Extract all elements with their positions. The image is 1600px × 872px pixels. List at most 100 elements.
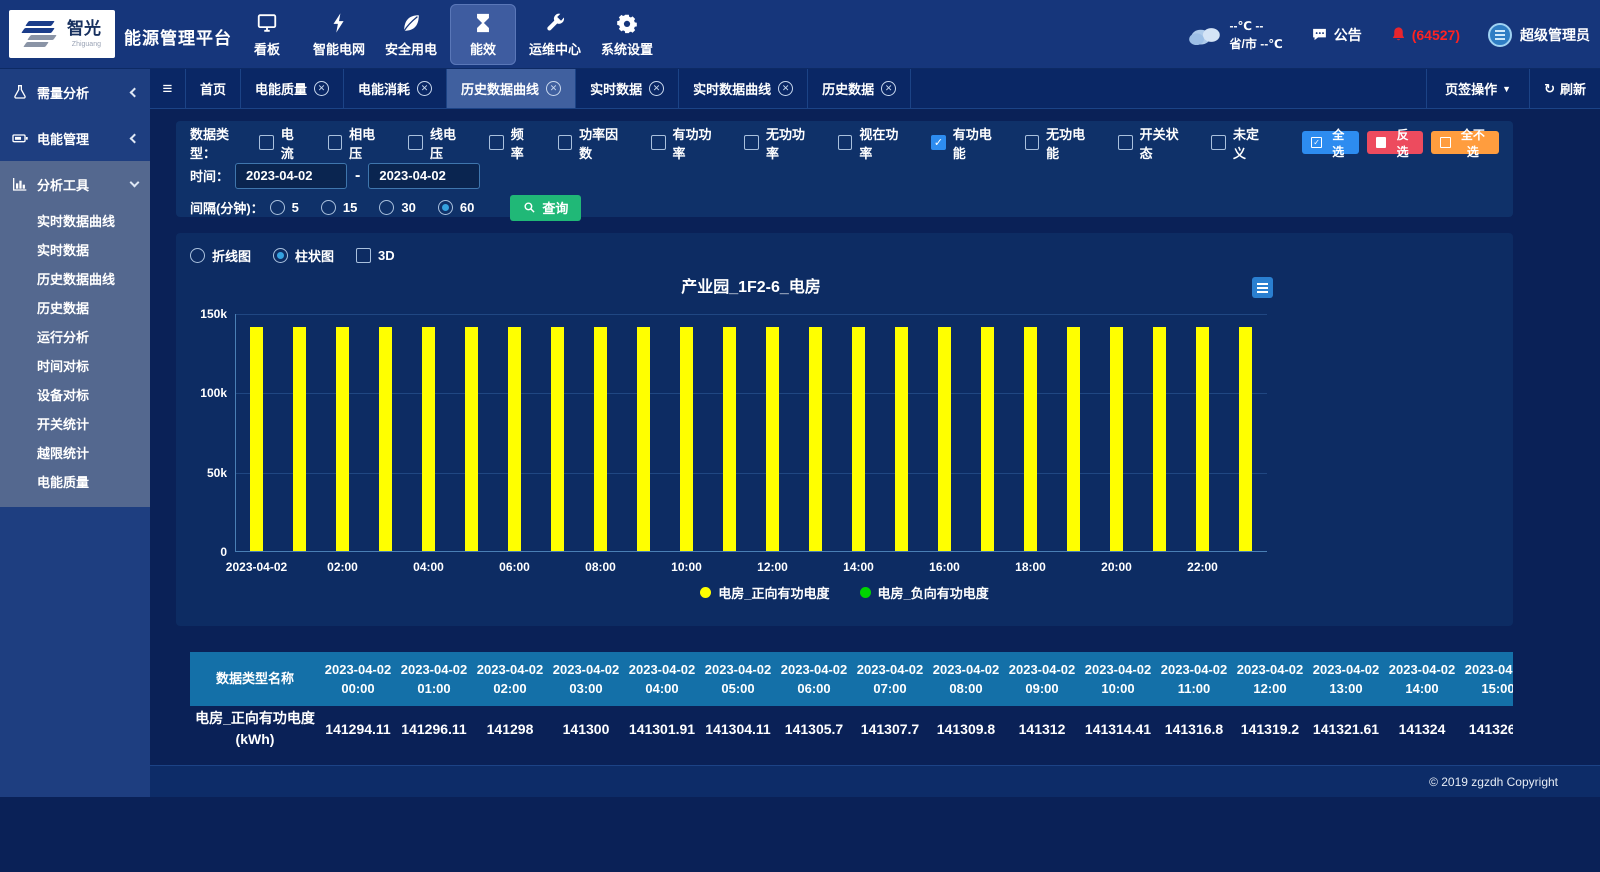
sidebar-item-历史数据[interactable]: 历史数据 xyxy=(0,294,150,323)
time-to-input[interactable] xyxy=(368,163,480,189)
hourglass-icon xyxy=(472,12,494,34)
checkbox-icon xyxy=(328,135,342,150)
checkbox-无功电能[interactable]: 无功电能 xyxy=(1025,124,1096,162)
sidebar-group-需量分析[interactable]: 需量分析 xyxy=(0,69,150,115)
legend-电房_负向有功电度[interactable]: 电房_负向有功电度 xyxy=(860,583,989,602)
bar-chart-radio[interactable]: 柱状图 xyxy=(273,246,334,265)
sidebar-item-历史数据曲线[interactable]: 历史数据曲线 xyxy=(0,265,150,294)
checkbox-线电压[interactable]: 线电压 xyxy=(408,124,467,162)
radio-icon xyxy=(321,200,336,215)
bar xyxy=(895,327,908,551)
query-button[interactable]: 查询 xyxy=(510,195,581,221)
weather-widget: --℃ -- 省/市 --℃ xyxy=(1186,17,1283,53)
checkbox-电流[interactable]: 电流 xyxy=(259,124,305,162)
bar xyxy=(336,327,349,551)
user-menu[interactable]: 超级管理员 xyxy=(1488,23,1590,47)
tab-operations-button[interactable]: 页签操作 ▼ xyxy=(1426,69,1529,108)
nav-item-系统设置[interactable]: 系统设置 xyxy=(594,4,660,65)
nav-item-安全用电[interactable]: 安全用电 xyxy=(378,4,444,65)
radio-icon xyxy=(190,248,205,263)
tab-实时数据[interactable]: 实时数据✕ xyxy=(576,69,679,108)
bar xyxy=(465,327,478,551)
checkbox-开关状态[interactable]: 开关状态 xyxy=(1118,124,1189,162)
nav-item-运维中心[interactable]: 运维中心 xyxy=(522,4,588,65)
checkbox-无功功率[interactable]: 无功功率 xyxy=(744,124,815,162)
interval-radio-15[interactable]: 15 xyxy=(321,200,357,215)
bar xyxy=(680,327,693,551)
nav-item-能效[interactable]: 能效 xyxy=(450,4,516,65)
legend-dot-icon xyxy=(700,587,711,598)
checkbox-icon xyxy=(1118,135,1132,150)
sidebar-group-分析工具[interactable]: 分析工具 xyxy=(0,161,150,207)
bolt-icon xyxy=(328,12,350,34)
sidebar-item-设备对标[interactable]: 设备对标 xyxy=(0,381,150,410)
table-cell-value: 141298 xyxy=(472,706,548,752)
bar xyxy=(1196,327,1209,551)
tab-历史数据曲线[interactable]: 历史数据曲线✕ xyxy=(447,69,576,108)
close-icon[interactable]: ✕ xyxy=(649,81,664,96)
logo: 智光 Zhiguang xyxy=(9,10,115,58)
bar xyxy=(1110,327,1123,551)
line-chart-radio[interactable]: 折线图 xyxy=(190,246,251,265)
refresh-icon: ↻ xyxy=(1544,81,1555,97)
interval-radio-60[interactable]: 60 xyxy=(438,200,474,215)
sidebar-group-电能管理[interactable]: 电能管理 xyxy=(0,115,150,161)
sidebar-item-实时数据[interactable]: 实时数据 xyxy=(0,236,150,265)
反选-button[interactable]: 反选 xyxy=(1367,131,1423,154)
tab-首页[interactable]: 首页 xyxy=(186,69,241,108)
interval-radio-5[interactable]: 5 xyxy=(270,200,299,215)
checkbox-icon xyxy=(558,135,572,150)
chevron-down-icon xyxy=(130,178,140,188)
x-axis-tick: 18:00 xyxy=(1015,560,1046,574)
x-axis-tick: 22:00 xyxy=(1187,560,1218,574)
nav-item-智能电网[interactable]: 智能电网 xyxy=(306,4,372,65)
checkbox-有功功率[interactable]: 有功功率 xyxy=(651,124,722,162)
checkbox-功率因数[interactable]: 功率因数 xyxy=(558,124,629,162)
tab-电能消耗[interactable]: 电能消耗✕ xyxy=(344,69,447,108)
全不选-button[interactable]: 全不选 xyxy=(1431,131,1499,154)
checkbox-未定义[interactable]: 未定义 xyxy=(1211,124,1270,162)
sidebar-item-实时数据曲线[interactable]: 实时数据曲线 xyxy=(0,207,150,236)
y-axis-tick: 50k xyxy=(167,466,227,480)
nav-item-看板[interactable]: 看板 xyxy=(234,4,300,65)
alarm-button[interactable]: (64527) xyxy=(1390,26,1460,43)
radio-selected-icon xyxy=(273,248,288,263)
time-from-input[interactable] xyxy=(235,163,347,189)
table-cell-value: 141307.7 xyxy=(852,706,928,752)
sidebar-item-电能质量[interactable]: 电能质量 xyxy=(0,468,150,497)
notice-button[interactable]: 公告 xyxy=(1311,25,1362,45)
refresh-button[interactable]: ↻ 刷新 xyxy=(1529,69,1600,108)
checkbox-视在功率[interactable]: 视在功率 xyxy=(838,124,909,162)
close-icon[interactable]: ✕ xyxy=(417,81,432,96)
3d-checkbox[interactable]: 3D xyxy=(356,248,395,263)
hamburger-menu-icon[interactable]: ≡ xyxy=(150,69,186,108)
checkbox-相电压[interactable]: 相电压 xyxy=(328,124,387,162)
table-row-name: 电房_正向有功电度(kWh) xyxy=(190,706,320,752)
close-icon[interactable]: ✕ xyxy=(778,81,793,96)
table-cell-value: 141304.11 xyxy=(700,706,776,752)
sidebar-item-开关统计[interactable]: 开关统计 xyxy=(0,410,150,439)
close-icon[interactable]: ✕ xyxy=(546,81,561,96)
interval-radio-30[interactable]: 30 xyxy=(379,200,415,215)
sidebar-item-运行分析[interactable]: 运行分析 xyxy=(0,323,150,352)
tab-历史数据[interactable]: 历史数据✕ xyxy=(808,69,911,108)
table-cell-value: 141316.8 xyxy=(1156,706,1232,752)
legend-电房_正向有功电度[interactable]: 电房_正向有功电度 xyxy=(700,583,829,602)
x-axis-tick: 10:00 xyxy=(671,560,702,574)
tab-电能质量[interactable]: 电能质量✕ xyxy=(241,69,344,108)
close-icon[interactable]: ✕ xyxy=(881,81,896,96)
chart-menu-icon[interactable] xyxy=(1252,277,1273,298)
close-icon[interactable]: ✕ xyxy=(314,81,329,96)
checkbox-频率[interactable]: 频率 xyxy=(489,124,535,162)
tab-bar: ≡ 首页电能质量✕电能消耗✕历史数据曲线✕实时数据✕实时数据曲线✕历史数据✕ 页… xyxy=(150,69,1600,109)
tab-实时数据曲线[interactable]: 实时数据曲线✕ xyxy=(679,69,808,108)
checkbox-icon xyxy=(838,135,852,150)
data-type-checkboxes: 电流 相电压 线电压 频率 功率因数 有功功率 无功功率 视在功率✓ 有功电能 … xyxy=(259,124,1292,162)
table-cell-value: 141312 xyxy=(1004,706,1080,752)
sidebar-item-时间对标[interactable]: 时间对标 xyxy=(0,352,150,381)
checkbox-有功电能[interactable]: ✓ 有功电能 xyxy=(931,124,1002,162)
全选-button[interactable]: ✓全选 xyxy=(1302,131,1358,154)
x-axis-tick: 08:00 xyxy=(585,560,616,574)
table-cell-value: 141305.7 xyxy=(776,706,852,752)
sidebar-item-越限统计[interactable]: 越限统计 xyxy=(0,439,150,468)
